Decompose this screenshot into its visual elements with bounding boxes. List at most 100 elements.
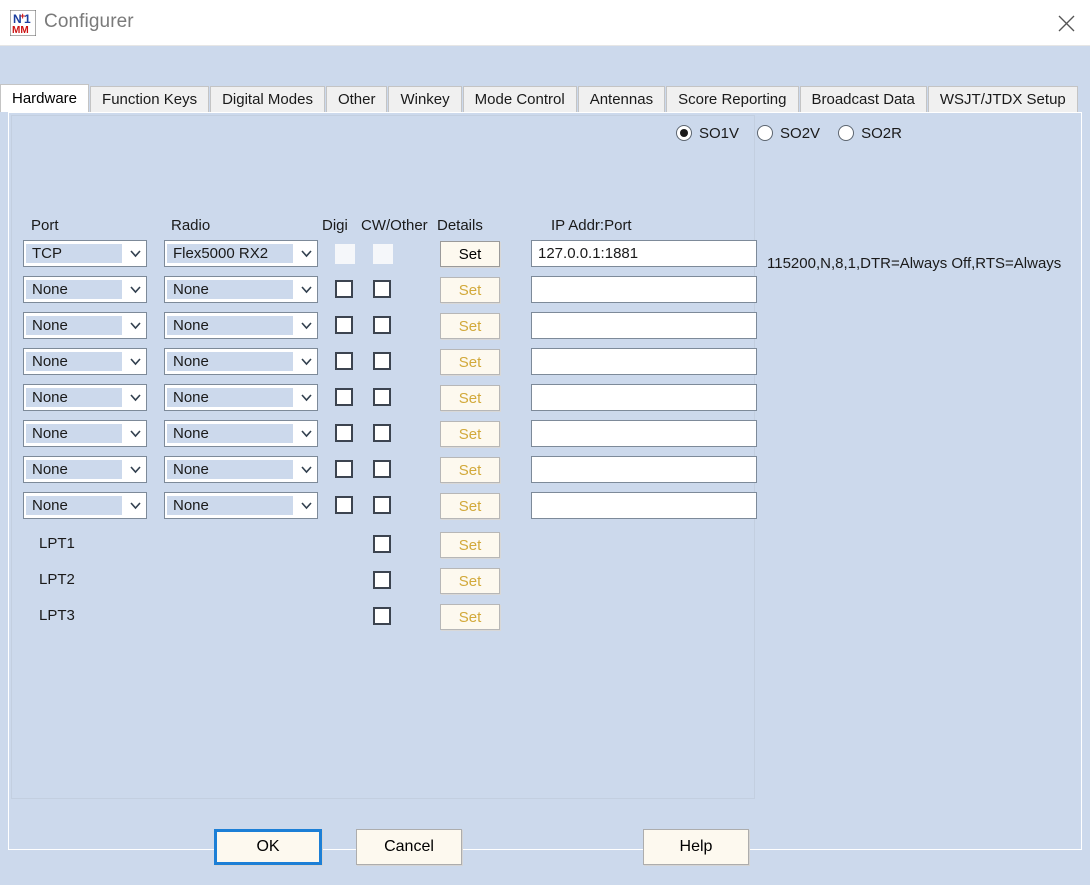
tab-antennas[interactable]: Antennas [577,86,666,112]
lpt-set-button-3[interactable]: Set [440,604,500,630]
set-button-5[interactable]: Set [440,385,500,411]
ip-addr-port-input-8[interactable] [531,492,757,519]
cancel-button[interactable]: Cancel [356,829,462,865]
chevron-down-icon[interactable] [295,241,317,266]
radio-select-value: None [167,460,293,479]
port-select-value: TCP [26,244,122,263]
chevron-down-icon[interactable] [295,385,317,410]
tab-hardware[interactable]: Hardware [0,84,90,112]
svg-text:MM: MM [12,25,29,36]
port-select-5[interactable]: None [23,384,147,411]
radio-select-2[interactable]: None [164,276,318,303]
chevron-down-icon[interactable] [295,493,317,518]
port-select-2[interactable]: None [23,276,147,303]
chevron-down-icon[interactable] [124,457,146,482]
column-header-cw-other: CW/Other [361,217,428,234]
help-button[interactable]: Help [643,829,749,865]
set-button-4[interactable]: Set [440,349,500,375]
tab-mode-control[interactable]: Mode Control [462,86,577,112]
radio-select-value: None [167,316,293,335]
svg-text:+: + [20,11,25,21]
radio-select-1[interactable]: Flex5000 RX2 [164,240,318,267]
port-select-4[interactable]: None [23,348,147,375]
tab-wsjt-jtdx-setup[interactable]: WSJT/JTDX Setup [927,86,1078,112]
ip-addr-port-input-7[interactable] [531,456,757,483]
radio-select-4[interactable]: None [164,348,318,375]
close-icon[interactable] [1042,0,1090,46]
n1mm-logo-icon: N 1 + MM [9,9,37,37]
chevron-down-icon[interactable] [124,385,146,410]
cw-other-checkbox-2[interactable] [373,280,391,298]
operating-mode-radio-group: SO1V SO2V SO2R [676,120,920,146]
chevron-down-icon[interactable] [295,349,317,374]
column-header-digi: Digi [322,217,348,234]
set-button-2[interactable]: Set [440,277,500,303]
tab-winkey[interactable]: Winkey [388,86,462,112]
ip-addr-port-input-3[interactable] [531,312,757,339]
cw-other-checkbox-1 [373,244,393,264]
digi-checkbox-8[interactable] [335,496,353,514]
set-button-6[interactable]: Set [440,421,500,447]
chevron-down-icon[interactable] [295,457,317,482]
chevron-down-icon[interactable] [124,277,146,302]
tab-function-keys[interactable]: Function Keys [90,86,210,112]
chevron-down-icon[interactable] [124,241,146,266]
port-select-7[interactable]: None [23,456,147,483]
radio-select-6[interactable]: None [164,420,318,447]
ip-addr-port-input-5[interactable] [531,384,757,411]
chevron-down-icon[interactable] [124,421,146,446]
ip-addr-port-input-1[interactable]: 127.0.0.1:1881 [531,240,757,267]
ip-addr-port-input-2[interactable] [531,276,757,303]
lpt-set-button-1[interactable]: Set [440,532,500,558]
tab-digital-modes[interactable]: Digital Modes [210,86,325,112]
digi-checkbox-3[interactable] [335,316,353,334]
tab-score-reporting[interactable]: Score Reporting [666,86,799,112]
cw-other-checkbox-8[interactable] [373,496,391,514]
digi-checkbox-4[interactable] [335,352,353,370]
lpt-cw-other-checkbox-1[interactable] [373,535,391,553]
cw-other-checkbox-5[interactable] [373,388,391,406]
port-select-value: None [26,388,122,407]
radio-select-7[interactable]: None [164,456,318,483]
ok-button[interactable]: OK [214,829,322,865]
port-select-6[interactable]: None [23,420,147,447]
chevron-down-icon[interactable] [124,493,146,518]
port-select-8[interactable]: None [23,492,147,519]
cw-other-checkbox-6[interactable] [373,424,391,442]
radio-select-value: None [167,352,293,371]
chevron-down-icon[interactable] [295,277,317,302]
port-select-1[interactable]: TCP [23,240,147,267]
lpt-cw-other-checkbox-3[interactable] [373,607,391,625]
digi-checkbox-5[interactable] [335,388,353,406]
digi-checkbox-6[interactable] [335,424,353,442]
chevron-down-icon[interactable] [295,421,317,446]
lpt-set-button-2[interactable]: Set [440,568,500,594]
ip-addr-port-input-4[interactable] [531,348,757,375]
radio-select-3[interactable]: None [164,312,318,339]
set-button-7[interactable]: Set [440,457,500,483]
chevron-down-icon[interactable] [295,313,317,338]
ip-addr-port-input-6[interactable] [531,420,757,447]
set-button-8[interactable]: Set [440,493,500,519]
column-header-ip-addr-port: IP Addr:Port [551,217,632,234]
radio-so2v[interactable]: SO2V [757,125,820,142]
cw-other-checkbox-7[interactable] [373,460,391,478]
set-button-1[interactable]: Set [440,241,500,267]
tab-broadcast-data[interactable]: Broadcast Data [799,86,927,112]
port-select-3[interactable]: None [23,312,147,339]
cw-other-checkbox-4[interactable] [373,352,391,370]
port-select-value: None [26,352,122,371]
radio-select-5[interactable]: None [164,384,318,411]
chevron-down-icon[interactable] [124,313,146,338]
chevron-down-icon[interactable] [124,349,146,374]
digi-checkbox-7[interactable] [335,460,353,478]
radio-so1v[interactable]: SO1V [676,125,739,142]
lpt-label-2: LPT2 [39,571,75,588]
digi-checkbox-2[interactable] [335,280,353,298]
tab-other[interactable]: Other [325,86,388,112]
radio-select-8[interactable]: None [164,492,318,519]
lpt-cw-other-checkbox-2[interactable] [373,571,391,589]
cw-other-checkbox-3[interactable] [373,316,391,334]
radio-so2r[interactable]: SO2R [838,125,902,142]
set-button-3[interactable]: Set [440,313,500,339]
